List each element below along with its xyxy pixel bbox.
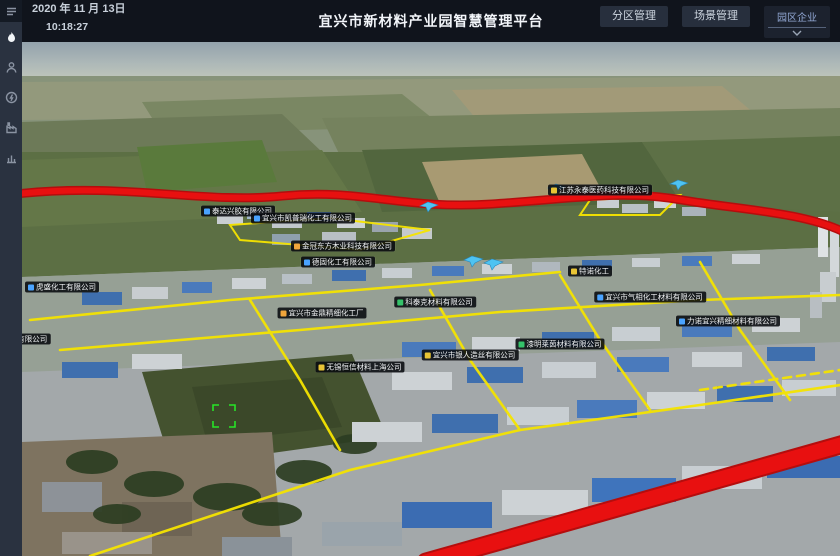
- company-marker-icon: [571, 268, 577, 274]
- user-icon: [5, 61, 18, 74]
- company-marker-icon: [254, 215, 260, 221]
- company-marker-icon: [294, 243, 300, 249]
- park-enterprise-dropdown[interactable]: 园区企业: [764, 6, 830, 38]
- sidebar-item-1[interactable]: [0, 22, 22, 52]
- menu-icon: [5, 5, 18, 18]
- sidebar-item-5[interactable]: [0, 142, 22, 172]
- company-label[interactable]: 无锡恒信材料上海公司: [316, 362, 405, 373]
- company-label[interactable]: 宜兴市气相化工材料有限公司: [594, 292, 706, 303]
- company-marker-icon: [204, 208, 210, 214]
- company-label[interactable]: 德固化工有限公司: [301, 257, 375, 268]
- factory-icon: [5, 121, 18, 134]
- company-marker-icon: [281, 310, 287, 316]
- company-marker-icon: [304, 259, 310, 265]
- sidebar-item-3[interactable]: [0, 82, 22, 112]
- sidebar-item-4[interactable]: [0, 112, 22, 142]
- company-marker-icon: [551, 187, 557, 193]
- company-marker-icon: [425, 352, 431, 358]
- company-label[interactable]: 宜兴市金鼎精细化工厂: [278, 308, 367, 319]
- company-label[interactable]: 特诺化工: [568, 266, 612, 277]
- company-marker-icon: [519, 341, 525, 347]
- power-icon: [5, 91, 18, 104]
- map-3d-viewport[interactable]: 泰达兴胶有限公司 宜兴市凯普瑞化工有限公司 金冠东方木业科技有限公司 德固化工有…: [22, 42, 840, 556]
- bar-chart-icon: [5, 151, 18, 164]
- zone-manage-button[interactable]: 分区管理: [600, 6, 668, 27]
- chevron-down-icon: [768, 28, 826, 36]
- company-label[interactable]: 宜兴市川银科技有限公司: [22, 334, 50, 345]
- company-label[interactable]: 科泰克材料有限公司: [394, 297, 476, 308]
- company-marker-icon: [397, 299, 403, 305]
- scene-manage-button[interactable]: 场景管理: [682, 6, 750, 27]
- company-marker-icon: [679, 318, 685, 324]
- company-label[interactable]: 虎盛化工有限公司: [25, 282, 99, 293]
- company-label[interactable]: 金冠东方木业科技有限公司: [291, 241, 395, 252]
- company-label[interactable]: 宜兴市凯普瑞化工有限公司: [251, 213, 355, 224]
- company-marker-icon: [28, 284, 34, 290]
- company-label[interactable]: 力诺宜兴精细材料有限公司: [676, 316, 780, 327]
- park-enterprise-label: 园区企业: [768, 9, 826, 28]
- top-header: 2020 年 11 月 13日 10:18:27 宜兴市新材料产业园智慧管理平台…: [22, 0, 840, 42]
- company-marker-icon: [597, 294, 603, 300]
- sidebar-item-2[interactable]: [0, 52, 22, 82]
- company-marker-icon: [319, 364, 325, 370]
- sidebar-item-0[interactable]: [0, 0, 22, 22]
- company-label[interactable]: 漆明莱茵材料有限公司: [516, 339, 605, 350]
- tool-sidebar: [0, 0, 22, 556]
- app-window: 2020 年 11 月 13日 10:18:27 宜兴市新材料产业园智慧管理平台…: [0, 0, 840, 556]
- flame-icon: [5, 31, 18, 44]
- company-label[interactable]: 宜兴市银人造丝有限公司: [422, 350, 519, 361]
- company-label[interactable]: 江苏永泰医药科技有限公司: [548, 185, 652, 196]
